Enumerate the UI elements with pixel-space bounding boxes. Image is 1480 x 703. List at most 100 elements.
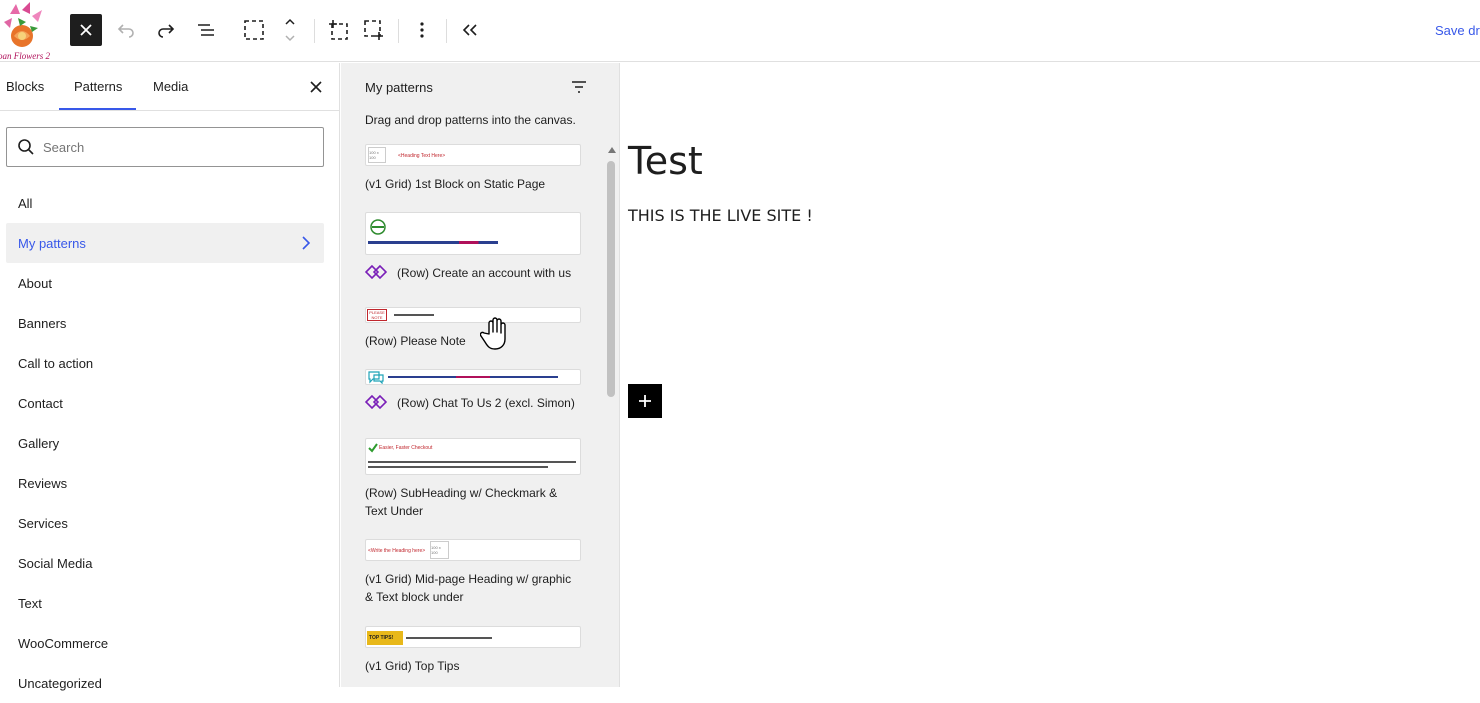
- chevron-double-left-icon: [462, 24, 477, 36]
- category-item-gallery[interactable]: Gallery: [6, 423, 324, 463]
- category-item-services[interactable]: Services: [6, 503, 324, 543]
- post-title[interactable]: Test: [628, 139, 703, 183]
- synced-pattern-icon: [365, 394, 387, 410]
- category-item-contact[interactable]: Contact: [6, 383, 324, 423]
- list-view-icon: [198, 24, 214, 36]
- category-label: Text: [18, 595, 42, 611]
- pattern-label-text: (Row) SubHeading w/ Checkmark & Text Und…: [365, 486, 558, 518]
- site-logo[interactable]: oan Flowers 2: [0, 0, 50, 62]
- checkmark-icon: [368, 443, 378, 453]
- category-label: Banners: [18, 315, 67, 331]
- undo-icon: [117, 24, 134, 38]
- category-item-banners[interactable]: Banners: [6, 303, 324, 343]
- document-overview-button[interactable]: [190, 14, 222, 46]
- pattern-preview[interactable]: [365, 369, 581, 385]
- preview-text-line: [406, 637, 492, 639]
- patterns-description: Drag and drop patterns into the canvas.: [365, 113, 576, 127]
- pattern-label-text: (v1 Grid) Mid-page Heading w/ graphic & …: [365, 572, 572, 604]
- scroll-up-arrow-icon[interactable]: [608, 147, 616, 153]
- category-item-text[interactable]: Text: [6, 583, 324, 623]
- category-item-uncategorized[interactable]: Uncategorized: [6, 663, 324, 703]
- flower-logo-icon: [4, 2, 42, 47]
- pattern-preview[interactable]: PLEASE NOTE: [365, 307, 581, 323]
- pattern-item[interactable]: 100 x 100 <Heading Text Here> (v1 Grid) …: [365, 144, 581, 193]
- paragraph-block[interactable]: THIS IS THE LIVE SITE !: [628, 206, 813, 225]
- redo-button[interactable]: [150, 14, 182, 46]
- save-draft-button[interactable]: Save dra: [1435, 23, 1480, 38]
- category-label: Services: [18, 515, 68, 531]
- category-item-about[interactable]: About: [6, 263, 324, 303]
- category-label: Contact: [18, 395, 63, 411]
- chat-bubble-icon: [368, 371, 384, 384]
- grab-cursor-icon: [480, 317, 506, 350]
- pattern-item[interactable]: Easier, Faster Checkout (Row) SubHeading…: [365, 438, 581, 520]
- close-panel-button[interactable]: [304, 75, 328, 99]
- more-options-button[interactable]: [406, 14, 438, 46]
- close-icon: [80, 24, 92, 36]
- move-up-down-button[interactable]: [274, 14, 306, 46]
- please-note-badge: PLEASE NOTE: [367, 309, 387, 321]
- pattern-item[interactable]: (Row) Create an account with us: [365, 212, 581, 282]
- placeholder-image-box: 100 x 100: [430, 541, 449, 559]
- category-item-reviews[interactable]: Reviews: [6, 463, 324, 503]
- tab-blocks[interactable]: Blocks: [6, 79, 44, 94]
- undo-button[interactable]: [110, 14, 142, 46]
- pattern-item[interactable]: TOP TIPS! (v1 Grid) Top Tips: [365, 626, 581, 675]
- search-input[interactable]: [43, 139, 303, 155]
- pattern-label: (Row) Create an account with us: [365, 264, 581, 282]
- pattern-label: (Row) Please Note: [365, 332, 581, 350]
- chevron-up-down-icon: [285, 18, 295, 42]
- category-label: My patterns: [18, 235, 86, 251]
- preview-text-line: [368, 466, 548, 468]
- inserter-tabs: Blocks Patterns Media: [0, 63, 340, 111]
- tab-patterns[interactable]: Patterns: [74, 79, 122, 94]
- category-item-woocommerce[interactable]: WooCommerce: [6, 623, 324, 663]
- pattern-category-list: All My patterns About Banners Call to ac…: [6, 183, 324, 703]
- patterns-scrollbar[interactable]: [606, 147, 616, 687]
- pattern-preview[interactable]: <Write the Heading here> 100 x 100: [365, 539, 581, 561]
- synced-pattern-icon: [365, 264, 387, 280]
- pattern-item[interactable]: (Row) Chat To Us 2 (excl. Simon): [365, 369, 581, 412]
- more-vertical-icon: [420, 22, 424, 38]
- placeholder-image-box: 100 x 100: [368, 147, 386, 163]
- category-item-all[interactable]: All: [6, 183, 324, 223]
- collapse-toolbar-button[interactable]: [454, 14, 486, 46]
- scrollbar-thumb[interactable]: [607, 161, 615, 397]
- pattern-preview[interactable]: 100 x 100 <Heading Text Here>: [365, 144, 581, 166]
- pattern-item[interactable]: PLEASE NOTE (Row) Please Note: [365, 307, 581, 350]
- pattern-label: (v1 Grid) 1st Block on Static Page: [365, 175, 581, 193]
- insert-after-icon: [364, 20, 383, 40]
- category-item-social-media[interactable]: Social Media: [6, 543, 324, 583]
- pattern-preview[interactable]: [365, 212, 581, 255]
- chevron-right-icon: [302, 236, 310, 250]
- preview-text-line: [368, 461, 576, 463]
- pattern-label: (v1 Grid) Mid-page Heading w/ graphic & …: [365, 570, 581, 606]
- dashed-square-icon: [244, 20, 264, 40]
- pattern-preview[interactable]: TOP TIPS!: [365, 626, 581, 648]
- search-icon: [18, 139, 34, 155]
- category-label: Social Media: [18, 555, 93, 571]
- plus-icon: [639, 395, 651, 407]
- category-item-my-patterns[interactable]: My patterns: [6, 223, 324, 263]
- category-item-call-to-action[interactable]: Call to action: [6, 343, 324, 383]
- logo-text: oan Flowers 2: [0, 51, 50, 61]
- insert-before-button[interactable]: [322, 14, 354, 46]
- insert-after-button[interactable]: [358, 14, 390, 46]
- close-inserter-button[interactable]: [70, 14, 102, 46]
- badge-stamp-icon: [370, 219, 386, 235]
- preview-heading-text: <Write the Heading here>: [368, 548, 426, 554]
- preview-text-line: [368, 241, 498, 244]
- category-label: About: [18, 275, 52, 291]
- patterns-title: My patterns: [365, 80, 433, 95]
- pattern-preview[interactable]: Easier, Faster Checkout: [365, 438, 581, 475]
- search-box: [6, 127, 324, 167]
- category-label: Uncategorized: [18, 675, 102, 691]
- patterns-explorer: My patterns Drag and drop patterns into …: [341, 63, 620, 687]
- filter-icon[interactable]: [569, 78, 589, 96]
- pattern-item[interactable]: <Write the Heading here> 100 x 100 (v1 G…: [365, 539, 581, 606]
- tab-media[interactable]: Media: [153, 79, 188, 94]
- pattern-label: (v1 Grid) Top Tips: [365, 657, 581, 675]
- editor-toolbar: oan Flowers 2 Save dr: [0, 0, 1480, 62]
- select-parent-button[interactable]: [238, 14, 270, 46]
- add-block-button[interactable]: [628, 384, 662, 418]
